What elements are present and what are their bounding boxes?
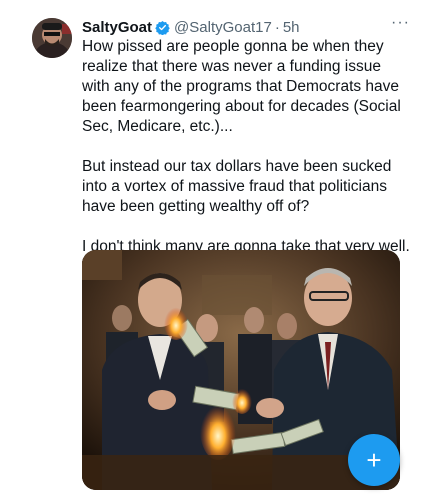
- handle[interactable]: @SaltyGoat17: [174, 19, 272, 36]
- verified-badge-icon: [155, 20, 170, 35]
- tweet[interactable]: SaltyGoat @SaltyGoat17 · 5h ··· How piss…: [0, 0, 430, 500]
- avatar[interactable]: [32, 18, 72, 58]
- more-options-icon[interactable]: ···: [391, 14, 410, 32]
- tweet-text: How pissed are people gonna be when they…: [82, 37, 412, 277]
- tweet-paragraph: How pissed are people gonna be when they…: [82, 38, 401, 135]
- compose-button[interactable]: +: [348, 434, 400, 486]
- separator-dot: ·: [274, 18, 280, 36]
- tweet-paragraph: But instead our tax dollars have been su…: [82, 158, 392, 215]
- avatar-image: [32, 18, 72, 58]
- plus-icon: +: [366, 445, 382, 475]
- tweet-header: SaltyGoat @SaltyGoat17 · 5h ···: [82, 14, 410, 38]
- display-name[interactable]: SaltyGoat: [82, 19, 152, 36]
- timestamp[interactable]: 5h: [283, 19, 300, 36]
